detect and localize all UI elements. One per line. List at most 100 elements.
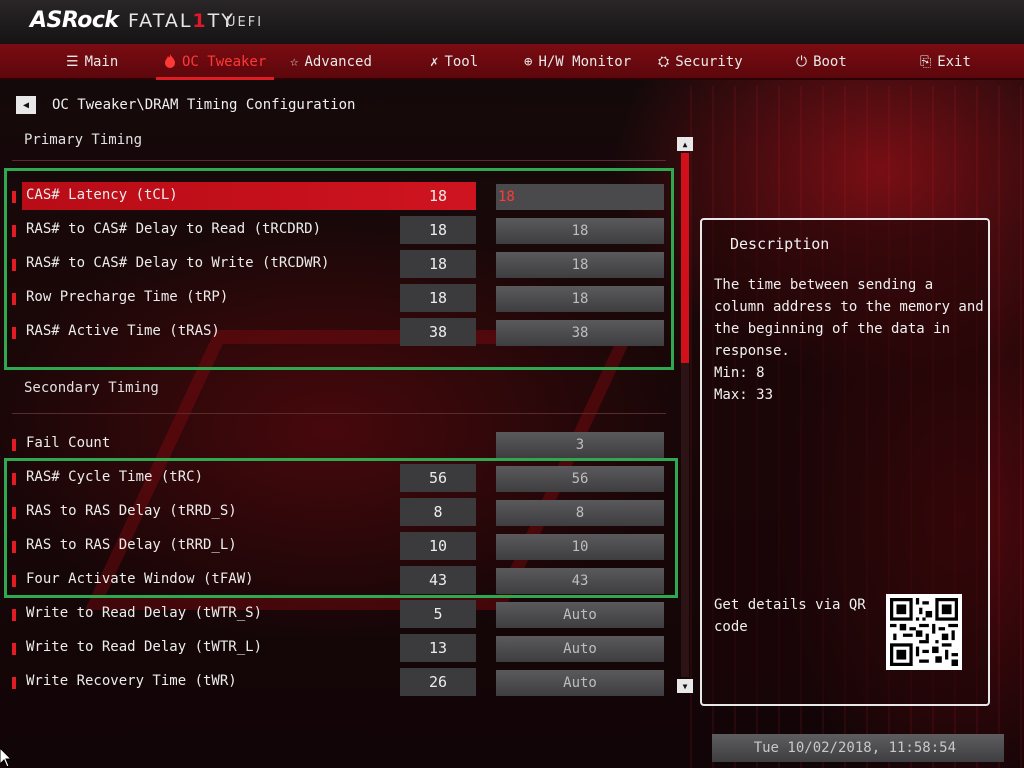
row-marker — [12, 643, 16, 655]
row-marker — [12, 677, 16, 689]
min-value: Min: 8 — [714, 365, 765, 381]
value-field[interactable]: 3 — [496, 432, 664, 458]
section-title-primary: Primary Timing — [24, 132, 143, 148]
back-arrow-icon: ◀ — [22, 99, 30, 111]
value-field[interactable]: Auto — [496, 602, 664, 628]
scrollbar[interactable]: ▲ ▼ — [677, 137, 693, 693]
tab-label: H/W Monitor — [538, 54, 632, 70]
divider — [12, 160, 666, 161]
value-field[interactable]: Auto — [496, 636, 664, 662]
tab-hw-monitor[interactable]: ⊕ H/W Monitor — [524, 44, 631, 80]
divider — [12, 413, 666, 414]
tab-label: Advanced — [304, 54, 372, 70]
breadcrumb: OC Tweaker\DRAM Timing Configuration — [52, 97, 356, 113]
scroll-down-button[interactable]: ▼ — [677, 679, 693, 693]
setting-label: Write to Read Delay (tWTR_S) — [26, 605, 263, 621]
setting-row-twtr-l[interactable]: Write to Read Delay (tWTR_L) 13 Auto — [10, 634, 666, 662]
tab-exit[interactable]: ⎘ Exit — [920, 44, 971, 80]
setting-label: RAS# Active Time (tRAS) — [26, 323, 220, 339]
value-field[interactable]: Auto — [496, 670, 664, 696]
exit-icon: ⎘ — [920, 54, 932, 70]
setting-label: RAS to RAS Delay (tRRD_L) — [26, 537, 237, 553]
row-marker — [12, 507, 16, 519]
row-marker — [12, 473, 16, 485]
value-input[interactable] — [496, 184, 664, 210]
fatal1ty-logo: FATAL1TY — [128, 10, 235, 32]
setting-row-tcl[interactable]: CAS# Latency (tCL) 18 — [10, 182, 666, 210]
tab-advanced[interactable]: ☆ Advanced — [290, 44, 372, 80]
setting-row-trrd-l[interactable]: RAS to RAS Delay (tRRD_L) 10 10 — [10, 532, 666, 560]
uefi-logo: UEFI — [226, 15, 264, 30]
tab-label: Main — [84, 54, 119, 70]
scroll-track[interactable] — [681, 153, 689, 677]
max-value: Max: 33 — [714, 387, 774, 403]
setting-row-tras[interactable]: RAS# Active Time (tRAS) 38 38 — [10, 318, 666, 346]
setting-label: RAS# Cycle Time (tRC) — [26, 469, 204, 485]
row-marker — [12, 439, 16, 451]
tab-label: Exit — [937, 54, 971, 70]
current-value: 18 — [400, 284, 476, 312]
tools-icon: ✗ — [430, 54, 439, 70]
row-marker — [12, 575, 16, 587]
setting-row-trrd-s[interactable]: RAS to RAS Delay (tRRD_S) 8 8 — [10, 498, 666, 526]
setting-row-tfaw[interactable]: Four Activate Window (tFAW) 43 43 — [10, 566, 666, 594]
row-marker — [12, 609, 16, 621]
arrow-down-icon: ▼ — [682, 681, 688, 691]
tab-boot[interactable]: ⏻ Boot — [796, 44, 847, 80]
current-value: 10 — [400, 532, 476, 560]
value-field[interactable]: 18 — [496, 252, 664, 278]
scroll-up-button[interactable]: ▲ — [677, 137, 693, 151]
tab-label: Tool — [444, 54, 479, 70]
current-value: 5 — [400, 600, 476, 628]
current-value: 18 — [400, 250, 476, 278]
current-value: 13 — [400, 634, 476, 662]
tab-main[interactable]: ☰ Main — [66, 44, 118, 80]
value-field[interactable]: 8 — [496, 500, 664, 526]
arrow-up-icon: ▲ — [682, 139, 688, 149]
current-value: 38 — [400, 318, 476, 346]
setting-row-trp[interactable]: Row Precharge Time (tRP) 18 18 — [10, 284, 666, 312]
value-field[interactable]: 38 — [496, 320, 664, 346]
row-marker — [12, 541, 16, 553]
star-icon: ☆ — [290, 54, 299, 70]
row-marker — [12, 225, 16, 237]
value-field[interactable]: 10 — [496, 534, 664, 560]
tab-label: OC Tweaker — [182, 54, 267, 70]
asrock-logo: ASRock — [30, 8, 119, 33]
qr-code — [886, 594, 962, 670]
tab-label: Security — [675, 54, 743, 70]
value-field[interactable]: 18 — [496, 286, 664, 312]
setting-row-trc[interactable]: RAS# Cycle Time (tRC) 56 56 — [10, 464, 666, 492]
current-value: 18 — [428, 187, 448, 205]
scroll-thumb[interactable] — [681, 153, 689, 363]
setting-label: Four Activate Window (tFAW) — [26, 571, 254, 587]
setting-row-fail-count[interactable]: Fail Count 3 — [10, 430, 666, 458]
description-panel: Description The time between sending a c… — [700, 218, 990, 706]
back-button[interactable]: ◀ — [16, 96, 36, 114]
qr-caption: Get details via QR code — [714, 597, 866, 635]
tab-oc-tweaker[interactable]: OC Tweaker — [156, 44, 275, 80]
mouse-cursor-icon — [0, 748, 12, 768]
tab-tool[interactable]: ✗ Tool — [430, 44, 478, 80]
section-title-secondary: Secondary Timing — [24, 380, 159, 396]
setting-label: RAS# to CAS# Delay to Write (tRCDWR) — [26, 255, 330, 271]
system-clock: Tue 10/02/2018, 11:58:54 — [712, 734, 1004, 762]
setting-row-twtr-s[interactable]: Write to Read Delay (tWTR_S) 5 Auto — [10, 600, 666, 628]
row-marker — [12, 327, 16, 339]
tab-security[interactable]: ⛭ Security — [658, 44, 743, 80]
value-field[interactable]: 18 — [496, 218, 664, 244]
setting-label: Row Precharge Time (tRP) — [26, 289, 229, 305]
crosshair-icon: ⊕ — [524, 54, 533, 70]
value-field[interactable]: 56 — [496, 466, 664, 492]
setting-row-trcdwr[interactable]: RAS# to CAS# Delay to Write (tRCDWR) 18 … — [10, 250, 666, 278]
active-tab-indicator — [156, 77, 275, 80]
power-icon: ⏻ — [796, 54, 808, 70]
description-text: The time between sending a column addres… — [714, 277, 984, 359]
setting-row-twr[interactable]: Write Recovery Time (tWR) 26 Auto — [10, 668, 666, 696]
row-marker — [12, 293, 16, 305]
setting-row-trcdrd[interactable]: RAS# to CAS# Delay to Read (tRCDRD) 18 1… — [10, 216, 666, 244]
setting-label: RAS# to CAS# Delay to Read (tRCDRD) — [26, 221, 322, 237]
value-field[interactable]: 43 — [496, 568, 664, 594]
description-range: Min: 8 Max: 33 — [714, 362, 773, 406]
header-bar: ASRock FATAL1TY UEFI — [0, 0, 1024, 44]
